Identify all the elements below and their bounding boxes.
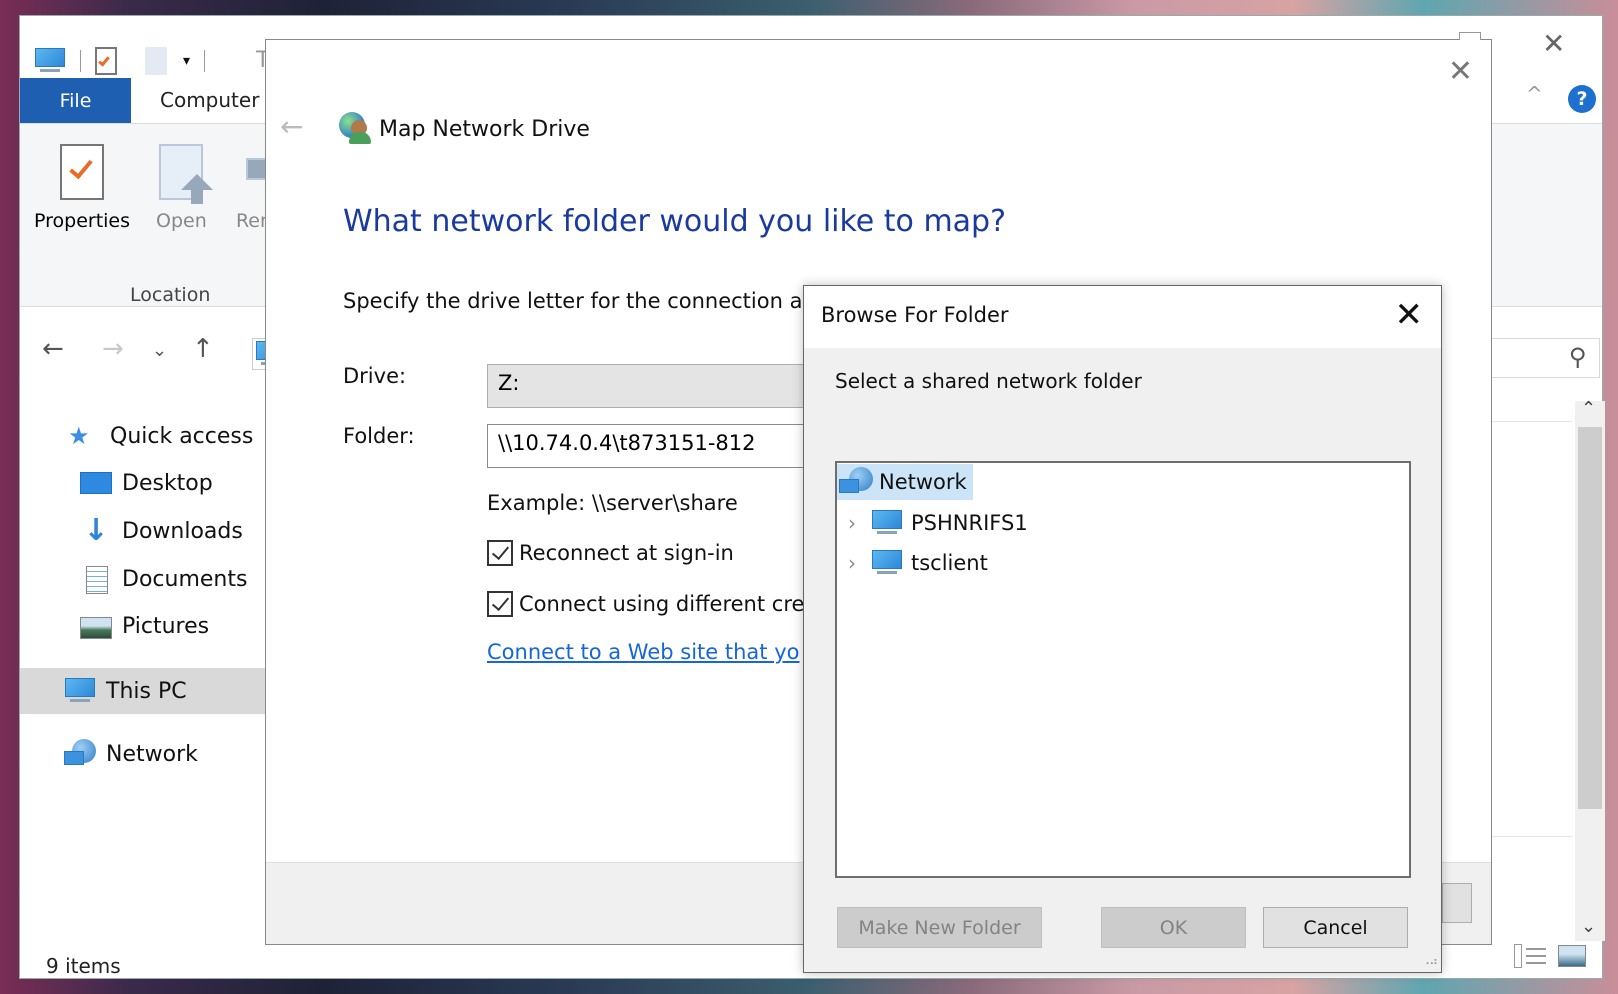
this-pc-icon <box>64 678 96 704</box>
reconnect-checkbox[interactable] <box>487 540 513 566</box>
nav-item-desktop[interactable]: Desktop <box>80 463 213 503</box>
properties-icon <box>60 144 105 200</box>
customize-qat-icon[interactable]: ▾ <box>183 53 190 69</box>
help-icon[interactable]: ? <box>1568 85 1596 113</box>
computer-icon <box>871 510 903 536</box>
nav-item-label: This PC <box>106 678 187 704</box>
this-pc-icon[interactable] <box>34 48 66 74</box>
folder-input[interactable]: \\10.74.0.4\t873151-812 <box>487 424 807 468</box>
dialog-description: Select a shared network folder <box>835 369 1142 393</box>
back-button[interactable]: ← <box>42 334 64 364</box>
network-icon <box>64 739 96 767</box>
different-credentials-label: Connect using different cre <box>519 592 805 616</box>
resize-grip-icon[interactable]: ⠠⠴ <box>1421 954 1438 968</box>
properties-qat-icon[interactable] <box>95 47 117 75</box>
dialog-close-button[interactable]: ✕ <box>1448 54 1473 89</box>
downloads-icon: ↓ <box>83 513 109 548</box>
tab-file[interactable]: File <box>20 78 131 123</box>
window-close-button[interactable]: ✕ <box>1542 30 1565 58</box>
nav-item-quick-access[interactable]: ★ Quick access <box>68 416 253 456</box>
network-icon <box>837 467 873 497</box>
status-item-count: 9 items <box>46 954 121 978</box>
details-view-icon[interactable] <box>1514 944 1546 968</box>
nav-item-network[interactable]: Network <box>64 734 198 774</box>
web-site-link[interactable]: Connect to a Web site that yo <box>487 640 799 664</box>
desktop-icon <box>80 470 112 496</box>
scrollbar-thumb[interactable] <box>1578 427 1602 809</box>
new-folder-qat-icon[interactable] <box>145 47 167 75</box>
properties-button[interactable]: Properties <box>34 144 130 232</box>
dialog-title: Map Network Drive <box>379 117 590 142</box>
search-icon: ⚲ <box>1569 343 1587 371</box>
tree-item-label: PSHNRIFS1 <box>911 511 1028 535</box>
toolbar-divider <box>204 50 206 72</box>
folder-label: Folder: <box>343 424 415 448</box>
nav-item-this-pc[interactable]: This PC <box>64 671 187 711</box>
map-drive-icon <box>339 112 371 144</box>
nav-item-label: Network <box>106 741 198 767</box>
make-new-folder-button[interactable]: Make New Folder <box>837 907 1042 948</box>
large-icons-view-icon[interactable] <box>1558 945 1586 967</box>
tree-item-network[interactable]: Network <box>837 464 973 500</box>
back-button[interactable]: ← <box>280 110 303 143</box>
open-button[interactable]: Open <box>156 144 214 232</box>
tab-computer[interactable]: Computer <box>160 88 259 112</box>
open-icon <box>159 144 214 204</box>
dialog-heading: What network folder would you like to ma… <box>343 204 1007 239</box>
ok-button[interactable]: OK <box>1101 907 1246 948</box>
documents-icon <box>80 566 112 594</box>
nav-item-label: Desktop <box>122 470 213 496</box>
dialog-title: Browse For Folder <box>821 303 1009 327</box>
nav-item-pictures[interactable]: Pictures <box>80 606 209 646</box>
recent-locations-button[interactable]: ⌄ <box>152 340 167 361</box>
open-label: Open <box>156 210 207 232</box>
expand-chevron-icon[interactable]: › <box>837 511 867 535</box>
maximize-button[interactable] <box>1459 32 1481 40</box>
drive-label: Drive: <box>343 364 407 388</box>
up-button[interactable]: ↑ <box>192 334 214 364</box>
nav-item-downloads[interactable]: ↓ Downloads <box>80 511 243 551</box>
cancel-button[interactable]: Cancel <box>1263 907 1408 948</box>
different-credentials-checkbox[interactable] <box>487 591 513 617</box>
browse-for-folder-dialog: Browse For Folder ✕ Select a shared netw… <box>803 285 1442 973</box>
quick-access-star-icon: ★ <box>68 422 90 450</box>
example-text: Example: \\server\share <box>487 491 738 515</box>
expand-chevron-icon[interactable]: › <box>837 551 867 575</box>
nav-item-label: Pictures <box>122 613 210 639</box>
nav-item-label: Quick access <box>110 423 254 449</box>
ribbon-group-location: Location <box>130 284 211 306</box>
dialog-close-button[interactable]: ✕ <box>1395 295 1424 335</box>
nav-item-label: Downloads <box>122 518 243 544</box>
tree-item-label: Network <box>879 470 967 494</box>
scroll-up-icon[interactable]: ⌃ <box>1581 398 1596 419</box>
tree-item-pshnrifs1[interactable]: › PSHNRIFS1 <box>837 505 1028 541</box>
scroll-down-icon[interactable]: ⌄ <box>1581 916 1596 937</box>
dialog-titlebar: Browse For Folder ✕ <box>804 286 1441 348</box>
folder-tree[interactable]: Network › PSHNRIFS1 › tsclient <box>835 461 1411 878</box>
different-credentials-checkbox-row[interactable]: Connect using different cre <box>487 591 804 617</box>
nav-item-label: Documents <box>122 566 248 592</box>
tree-item-label: tsclient <box>911 551 988 575</box>
cancel-button-obscured[interactable] <box>1442 883 1472 923</box>
tree-item-tsclient[interactable]: › tsclient <box>837 545 988 581</box>
pictures-icon <box>80 613 112 639</box>
ribbon-collapse-icon[interactable]: ^ <box>1526 82 1543 106</box>
computer-icon <box>871 550 903 576</box>
instruction-text: Specify the drive letter for the connect… <box>343 289 812 313</box>
reconnect-checkbox-row[interactable]: Reconnect at sign-in <box>487 540 734 566</box>
drive-select[interactable]: Z: <box>487 364 807 408</box>
quick-access-toolbar: ▾ <box>34 44 219 78</box>
properties-label: Properties <box>34 210 131 232</box>
toolbar-divider <box>80 50 81 72</box>
nav-item-documents[interactable]: Documents <box>80 559 247 599</box>
reconnect-label: Reconnect at sign-in <box>519 541 734 565</box>
forward-button[interactable]: → <box>102 334 124 364</box>
